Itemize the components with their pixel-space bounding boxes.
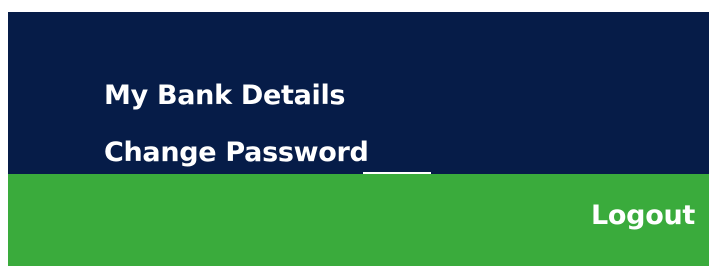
logout-button[interactable]: Logout: [591, 200, 695, 231]
change-password-link[interactable]: Change Password: [104, 137, 369, 168]
menu-screen: My Bank Details Change Password Logout: [0, 0, 714, 273]
my-bank-details-link[interactable]: My Bank Details: [104, 80, 345, 111]
nav-menu: My Bank Details Change Password: [8, 12, 709, 175]
footer-bar: Logout: [8, 174, 709, 266]
